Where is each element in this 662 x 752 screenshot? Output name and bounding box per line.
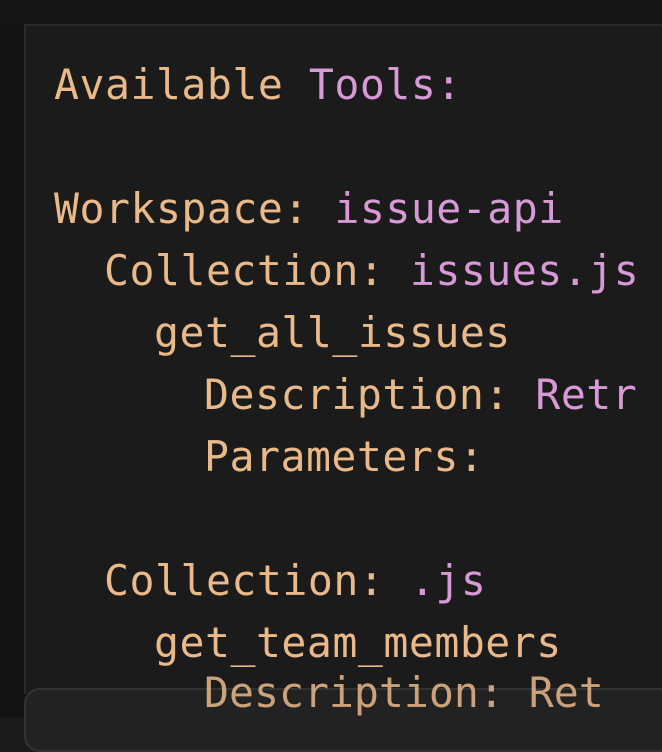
code-block: Available Tools: Workspace: issue-api Col… — [54, 54, 643, 674]
top-strip — [0, 0, 662, 24]
collection-label: Collection: — [104, 246, 385, 295]
tool-name: get_all_issues — [154, 308, 511, 357]
collection-label-2: Collection: — [104, 556, 385, 605]
workspace-value: issue-api — [334, 184, 564, 233]
code-line-collection-2: Collection: .js — [54, 550, 643, 612]
code-line-collection-1: Collection: issues.js — [54, 240, 643, 302]
code-line-description: Description: Retr — [54, 364, 643, 426]
code-line-header: Available Tools: — [54, 54, 643, 116]
overlay-card[interactable]: Description: Ret — [24, 668, 662, 752]
code-line-parameters: Parameters: — [54, 426, 643, 488]
description-label: Description: — [204, 370, 510, 419]
header-key: Available — [54, 60, 284, 109]
header-value: Tools: — [308, 60, 462, 109]
parameters-label: Parameters: — [204, 432, 485, 481]
collection-value-2: .js — [409, 556, 487, 605]
code-line-workspace: Workspace: issue-api — [54, 178, 643, 240]
description-value: Retr — [535, 370, 638, 419]
tool-name-2: get_team_members — [154, 618, 562, 667]
code-output-panel[interactable]: Available Tools: Workspace: issue-api Col… — [24, 24, 662, 694]
screen: Available Tools: Workspace: issue-api Col… — [0, 0, 662, 752]
code-line-tool-1: get_all_issues — [54, 302, 643, 364]
partial-line: Description: Ret — [204, 668, 604, 717]
workspace-label: Workspace: — [54, 184, 309, 233]
collection-value: issues.js — [409, 246, 640, 295]
code-line-blank-2 — [54, 488, 643, 550]
